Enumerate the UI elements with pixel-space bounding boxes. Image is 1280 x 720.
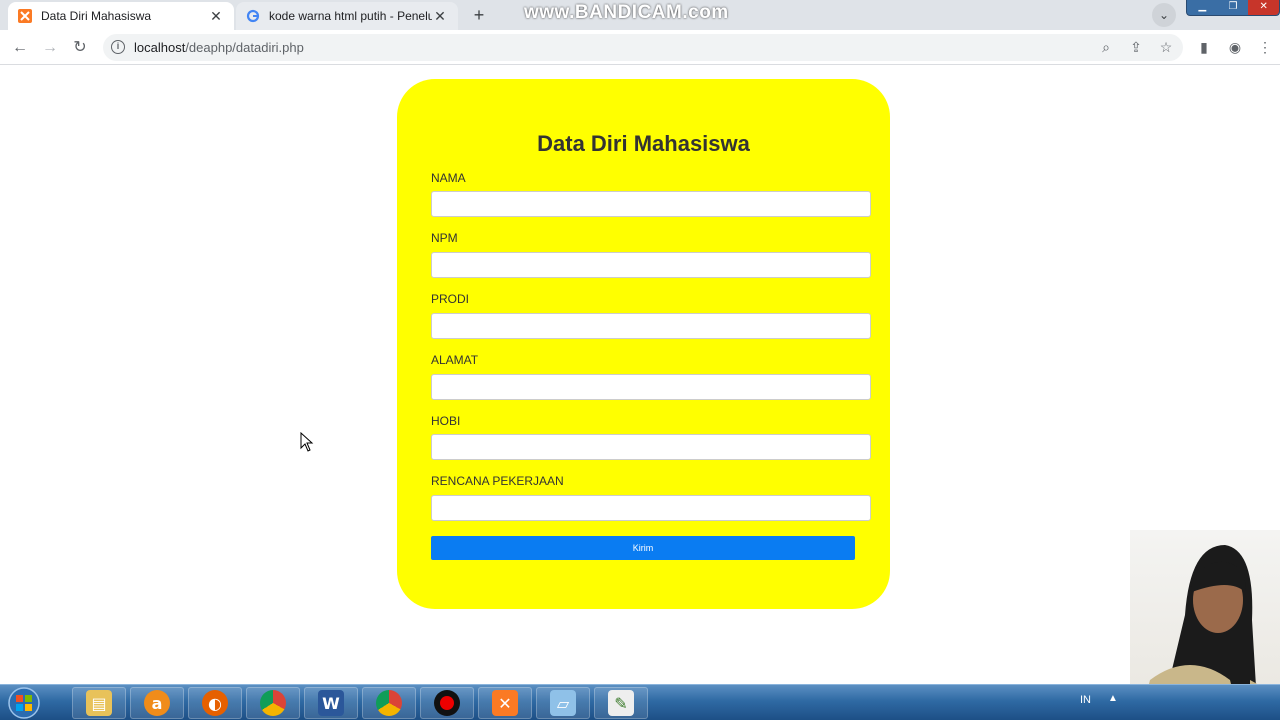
close-icon[interactable]: ✕ bbox=[432, 8, 448, 25]
tab-data-diri[interactable]: Data Diri Mahasiswa ✕ bbox=[8, 2, 234, 30]
chrome-icon bbox=[260, 690, 286, 716]
firefox-icon: ◐ bbox=[202, 690, 228, 716]
menu-icon[interactable]: ⋮ bbox=[1254, 36, 1276, 58]
zoom-icon[interactable]: ⌕ bbox=[1095, 36, 1117, 58]
label-hobi: HOBI bbox=[431, 414, 461, 428]
xampp-taskbar-button[interactable]: ✕ bbox=[478, 687, 532, 719]
browser-tabstrip: Data Diri Mahasiswa ✕ kode warna html pu… bbox=[0, 0, 1280, 30]
notepad-icon: ▱ bbox=[550, 690, 576, 716]
label-nama: NAMA bbox=[431, 171, 466, 185]
profile-icon[interactable]: ◉ bbox=[1224, 36, 1246, 58]
tab-title: kode warna html putih - Penelusuran bbox=[269, 9, 432, 23]
info-icon[interactable]: i bbox=[111, 40, 125, 54]
tab-search-icon[interactable]: ⌄ bbox=[1152, 3, 1176, 27]
bandicam-taskbar-button[interactable] bbox=[420, 687, 474, 719]
url-text[interactable]: localhost/deaphp/datadiri.php bbox=[134, 40, 304, 55]
word-taskbar-button[interactable]: W bbox=[304, 687, 358, 719]
share-icon[interactable]: ⇪ bbox=[1125, 36, 1147, 58]
form-card: Data Diri Mahasiswa NAMA NPM PRODI ALAMA… bbox=[397, 79, 890, 609]
word-icon: W bbox=[318, 690, 344, 716]
new-tab-button[interactable]: + bbox=[468, 4, 490, 26]
window-controls: ▁ ❐ ✕ bbox=[1186, 0, 1280, 16]
chrome-taskbar-button[interactable] bbox=[246, 687, 300, 719]
browser-toolbar: ← → ↻ i localhost/deaphp/datadiri.php ⌕ … bbox=[0, 30, 1280, 65]
url-path: /deaphp/datadiri.php bbox=[185, 40, 304, 55]
nama-input[interactable] bbox=[431, 191, 871, 217]
editor-icon: ✎ bbox=[608, 690, 634, 716]
windows-taskbar: ▤ a ◐ W ✕ ▱ ✎ IN ▲ bbox=[0, 684, 1280, 720]
explorer-taskbar-button[interactable]: ▤ bbox=[72, 687, 126, 719]
chrome-icon bbox=[376, 690, 402, 716]
google-favicon-icon bbox=[246, 9, 260, 23]
label-npm: NPM bbox=[431, 231, 458, 245]
tab-title: Data Diri Mahasiswa bbox=[41, 9, 152, 23]
mouse-cursor-icon bbox=[300, 432, 314, 452]
language-indicator[interactable]: IN bbox=[1080, 694, 1091, 706]
address-bar[interactable]: i localhost/deaphp/datadiri.php ⌕ ⇪ ☆ bbox=[103, 34, 1183, 61]
label-rencana-pekerjaan: RENCANA PEKERJAAN bbox=[431, 474, 564, 488]
tray-expand-icon[interactable]: ▲ bbox=[1108, 693, 1118, 704]
npm-input[interactable] bbox=[431, 252, 871, 278]
bandicam-record-icon bbox=[434, 690, 460, 716]
close-icon[interactable]: ✕ bbox=[208, 8, 224, 25]
tab-google-search[interactable]: kode warna html putih - Penelusuran ✕ bbox=[236, 2, 458, 30]
firefox-taskbar-button[interactable]: ◐ bbox=[188, 687, 242, 719]
back-icon[interactable]: ← bbox=[8, 36, 32, 60]
reload-icon[interactable]: ↻ bbox=[68, 36, 92, 60]
start-button-icon[interactable] bbox=[4, 686, 44, 720]
forward-icon[interactable]: → bbox=[38, 36, 62, 60]
notepad-taskbar-button[interactable]: ▱ bbox=[536, 687, 590, 719]
chrome-profile-taskbar-button[interactable] bbox=[362, 687, 416, 719]
avast-icon: a bbox=[144, 690, 170, 716]
form-title: Data Diri Mahasiswa bbox=[537, 131, 750, 156]
editor-taskbar-button[interactable]: ✎ bbox=[594, 687, 648, 719]
rencana-pekerjaan-input[interactable] bbox=[431, 495, 871, 521]
label-alamat: ALAMAT bbox=[431, 353, 479, 367]
kirim-button[interactable]: Kirim bbox=[431, 536, 855, 560]
prodi-input[interactable] bbox=[431, 313, 871, 339]
side-panel-icon[interactable]: ▮ bbox=[1193, 36, 1215, 58]
bookmark-star-icon[interactable]: ☆ bbox=[1155, 36, 1177, 58]
xampp-icon: ✕ bbox=[492, 690, 518, 716]
hobi-input[interactable] bbox=[431, 434, 871, 460]
minimize-icon[interactable]: ▁ bbox=[1187, 0, 1218, 15]
xampp-favicon-icon bbox=[18, 9, 32, 23]
bandicam-watermark: www.BANDICAM.com bbox=[524, 2, 729, 23]
label-prodi: PRODI bbox=[431, 292, 470, 306]
url-host: localhost bbox=[134, 40, 186, 55]
maximize-icon[interactable]: ❐ bbox=[1218, 0, 1249, 15]
window-close-icon[interactable]: ✕ bbox=[1248, 0, 1280, 15]
explorer-icon: ▤ bbox=[86, 690, 112, 716]
alamat-input[interactable] bbox=[431, 374, 871, 400]
avast-taskbar-button[interactable]: a bbox=[130, 687, 184, 719]
